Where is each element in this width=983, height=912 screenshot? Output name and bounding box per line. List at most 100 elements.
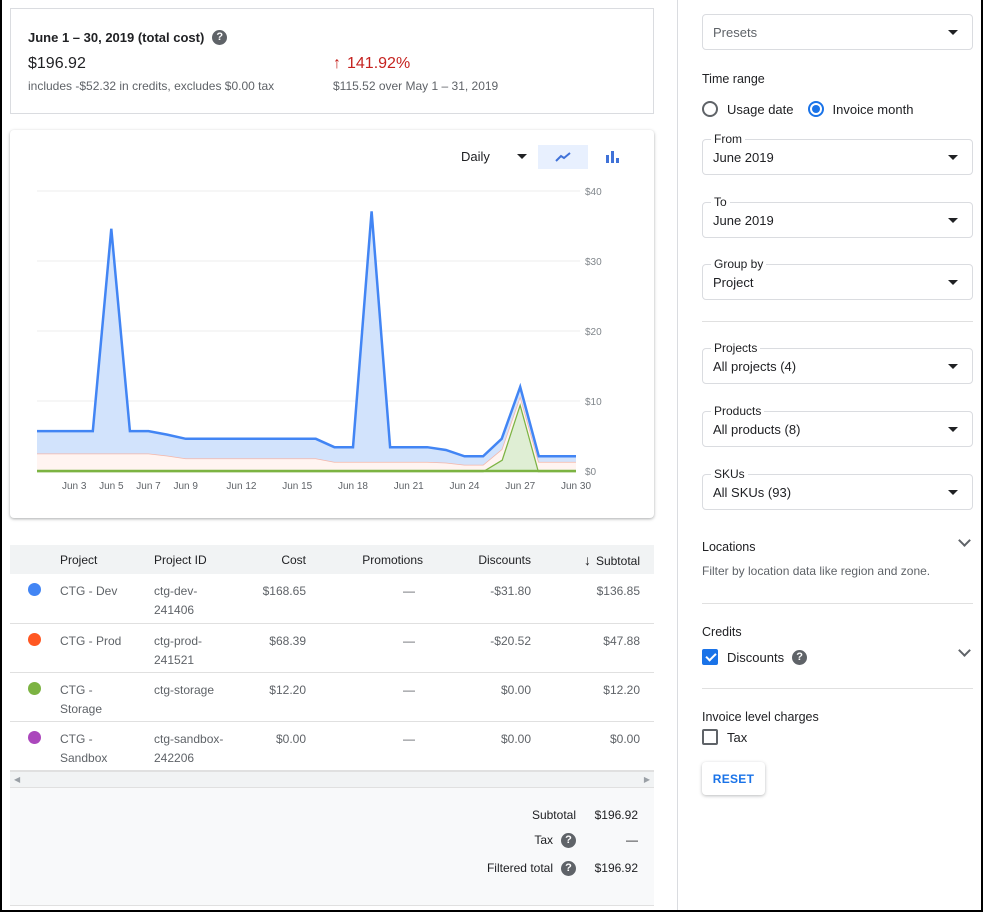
skus-dropdown[interactable]: SKUs All SKUs (93) xyxy=(702,467,973,510)
from-dropdown[interactable]: From June 2019 xyxy=(702,132,973,175)
tax-label: Tax? xyxy=(534,832,576,848)
divider xyxy=(702,688,973,689)
skus-value: All SKUs (93) xyxy=(713,485,792,500)
table-row[interactable]: CTG - Prod ctg-prod-241521 $68.39— -$20.52 $… xyxy=(10,623,654,673)
project-color-dot xyxy=(10,574,48,624)
divider xyxy=(702,603,973,604)
y-tick-label: $10 xyxy=(585,397,602,408)
column-discounts[interactable]: Discounts xyxy=(437,545,545,574)
x-tick-label: Jun 15 xyxy=(282,481,312,492)
promotions-cell: — xyxy=(320,672,437,722)
caret-down-icon xyxy=(948,30,958,35)
project-name: CTG - Storage xyxy=(48,672,142,722)
cost-cell: $12.20 xyxy=(238,672,320,722)
project-name: CTG - Dev xyxy=(48,574,142,624)
caret-down-icon xyxy=(948,427,958,432)
skus-label: SKUs xyxy=(711,467,748,481)
discounts-cell: $0.00 xyxy=(437,672,545,722)
radio-invoice-month-label[interactable]: Invoice month xyxy=(833,102,914,117)
project-name: CTG - Sandbox xyxy=(48,721,142,771)
line-chart-toggle[interactable] xyxy=(538,145,588,169)
credits-note: includes -$52.32 in credits, excludes $0… xyxy=(28,79,275,93)
time-range-radios: Usage date Invoice month xyxy=(702,101,913,117)
totals-panel: Subtotal $196.92 Tax? — Filtered total? … xyxy=(10,787,654,906)
discounts-cell: $0.00 xyxy=(437,721,545,771)
bar-chart-toggle[interactable] xyxy=(588,145,638,169)
x-tick-label: Jun 30 xyxy=(561,481,591,492)
tax-checkbox-label[interactable]: Tax xyxy=(727,730,747,745)
promotions-cell: — xyxy=(320,574,437,624)
help-icon[interactable]: ? xyxy=(212,30,228,45)
locations-expand-chevron-icon[interactable] xyxy=(958,534,971,547)
filtered-total-row: Filtered total? $196.92 xyxy=(486,860,638,876)
tax-checkbox[interactable] xyxy=(702,729,718,745)
line-chart-icon xyxy=(555,152,571,162)
to-dropdown[interactable]: To June 2019 xyxy=(702,195,973,238)
column-subtotal-label: Subtotal xyxy=(595,553,640,568)
discounts-checkbox-row: Discounts ? xyxy=(702,649,808,665)
help-icon[interactable]: ? xyxy=(792,649,808,665)
caret-down-icon xyxy=(948,364,958,369)
table-row[interactable]: CTG - Storage ctg-storage $12.20— $0.00 $12.… xyxy=(10,672,654,722)
from-value: June 2019 xyxy=(713,150,774,165)
time-range-title: Time range xyxy=(702,72,765,86)
filters-panel: Presets Time range Usage date Invoice mo… xyxy=(677,0,981,910)
from-label: From xyxy=(711,132,745,146)
legend-dot-icon xyxy=(28,681,41,695)
tax-label-text: Tax xyxy=(534,833,553,847)
cost-table: Project Project ID Cost Promotions Disco… xyxy=(10,545,654,906)
radio-invoice-month[interactable] xyxy=(807,101,824,117)
x-tick-label: Jun 27 xyxy=(505,481,535,492)
scroll-right-icon[interactable]: ▶ xyxy=(644,775,650,784)
sort-arrow-down-icon: ↓ xyxy=(583,551,591,568)
project-id: ctg-sandbox-242206 xyxy=(142,721,238,771)
credits-title: Credits xyxy=(702,625,742,639)
help-icon[interactable]: ? xyxy=(561,860,576,876)
credits-expand-chevron-icon[interactable] xyxy=(958,644,971,657)
project-id: ctg-storage xyxy=(142,672,238,722)
tax-checkbox-row: Tax xyxy=(702,729,747,745)
summary-title: June 1 – 30, 2019 (total cost) ? xyxy=(28,30,228,45)
table-row[interactable]: CTG - Sandbox ctg-sandbox-242206 $0.00— $0.… xyxy=(10,721,654,771)
cost-cell: $168.65 xyxy=(238,574,320,624)
column-promotions[interactable]: Promotions xyxy=(320,545,437,574)
x-tick-label: Jun 9 xyxy=(173,481,198,492)
scroll-left-icon[interactable]: ◀ xyxy=(14,775,20,784)
radio-usage-date[interactable] xyxy=(702,101,718,117)
x-tick-label: Jun 5 xyxy=(99,481,124,492)
presets-dropdown[interactable]: Presets xyxy=(702,14,973,50)
reset-button[interactable]: RESET xyxy=(702,762,765,795)
y-tick-label: $40 xyxy=(585,187,602,198)
column-project-id[interactable]: Project ID xyxy=(142,545,238,574)
bar-chart-icon xyxy=(606,151,619,163)
to-value: June 2019 xyxy=(713,213,774,228)
granularity-dropdown[interactable]: Daily xyxy=(461,149,527,164)
divider xyxy=(702,321,973,322)
cost-cell: $68.39 xyxy=(238,623,320,673)
locations-description: Filter by location data like region and … xyxy=(702,564,931,578)
column-cost[interactable]: Cost xyxy=(238,545,320,574)
horizontal-scrollbar[interactable]: ◀ ▶ xyxy=(10,770,654,788)
caret-down-icon xyxy=(948,490,958,495)
subtotal-cell: $12.20 xyxy=(545,672,654,722)
projects-dropdown[interactable]: Projects All projects (4) xyxy=(702,341,973,384)
subtotal-cell: $136.85 xyxy=(545,574,654,624)
subtotal-row: Subtotal $196.92 xyxy=(532,808,638,822)
radio-usage-date-label[interactable]: Usage date xyxy=(727,102,794,117)
products-dropdown[interactable]: Products All products (8) xyxy=(702,404,973,447)
discounts-cell: -$31.80 xyxy=(437,574,545,624)
discounts-checkbox[interactable] xyxy=(702,649,718,665)
to-label: To xyxy=(711,195,730,209)
change-percent: ↑ 141.92% xyxy=(333,55,410,73)
subtotal-label: Subtotal xyxy=(531,807,576,822)
filtered-total-label-text: Filtered total xyxy=(486,861,553,875)
chart-card: $0 $10 $20 $30 $40 Jun 3 Jun 5 Jun 7 Jun 9 Jun 12… xyxy=(10,130,654,518)
help-icon[interactable]: ? xyxy=(561,832,576,848)
x-tick-label: Jun 7 xyxy=(136,481,161,492)
x-tick-label: Jun 3 xyxy=(62,481,87,492)
column-project[interactable]: Project xyxy=(48,545,142,574)
discounts-label[interactable]: Discounts xyxy=(727,650,784,665)
column-subtotal[interactable]: ↓ Subtotal xyxy=(545,545,654,574)
group-by-dropdown[interactable]: Group by Project xyxy=(702,257,973,300)
table-row[interactable]: CTG - Dev ctg-dev-241406 $168.65— -$31.80 $1… xyxy=(10,574,654,624)
